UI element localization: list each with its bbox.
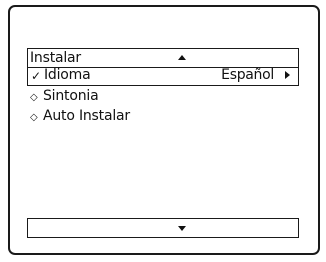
language-value: Español — [221, 67, 274, 83]
scroll-down-arrow-icon[interactable] — [178, 226, 186, 231]
menu-item-auto-instalar[interactable]: ◇ Auto Instalar — [27, 108, 299, 127]
menu-item-idioma[interactable]: ✓ Idioma Español — [27, 67, 299, 86]
menu-footer — [27, 218, 299, 238]
menu-item-label: Auto Instalar — [43, 108, 130, 124]
diamond-bullet-icon: ◇ — [30, 112, 38, 123]
diamond-bullet-icon: ◇ — [30, 92, 38, 103]
menu-title: Instalar — [30, 50, 81, 66]
menu-header: Instalar — [27, 48, 299, 68]
menu-item-label: Idioma — [44, 67, 91, 83]
scroll-up-arrow-icon[interactable] — [178, 55, 186, 60]
check-mark-icon: ✓ — [31, 69, 42, 83]
menu-item-sintonia[interactable]: ◇ Sintonia — [27, 88, 299, 107]
menu-item-label: Sintonia — [43, 88, 99, 104]
submenu-arrow-icon[interactable] — [285, 71, 290, 79]
